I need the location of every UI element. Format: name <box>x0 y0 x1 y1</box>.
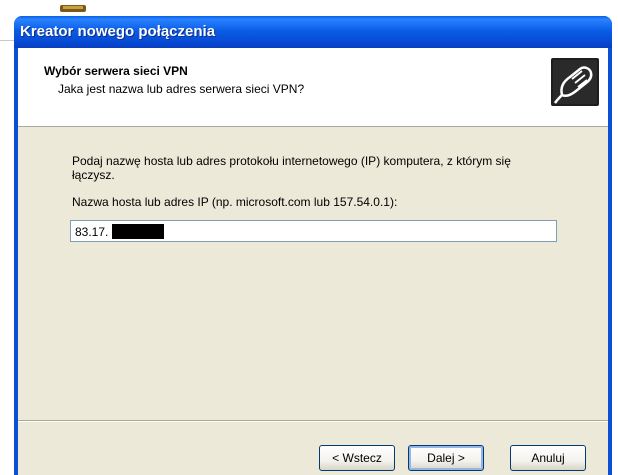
host-prompt: Podaj nazwę hosta lub adres protokołu in… <box>72 154 511 182</box>
next-button[interactable]: Dalej > <box>408 445 484 471</box>
page-title: Wybór serwera sieci VPN <box>44 64 188 78</box>
cancel-button[interactable]: Anuluj <box>510 445 586 471</box>
network-cable-icon <box>550 57 600 107</box>
title-bar[interactable]: Kreator nowego połączenia <box>14 16 612 48</box>
desktop-icon-fragment <box>60 0 86 14</box>
wizard-client-area: Wybór serwera sieci VPN Jaka jest nazwa … <box>18 48 608 475</box>
host-field-label: Nazwa hosta lub adres IP (np. microsoft.… <box>72 195 398 209</box>
window-title: Kreator nowego połączenia <box>20 23 216 40</box>
host-address-input[interactable]: 83.17. <box>70 220 557 242</box>
wizard-window: Kreator nowego połączenia Wybór serwera … <box>14 16 612 475</box>
page-subtitle: Jaka jest nazwa lub adres serwera sieci … <box>58 82 305 96</box>
redacted-portion <box>112 224 164 239</box>
footer-divider <box>18 420 608 422</box>
host-address-value: 83.17. <box>75 225 109 239</box>
desktop-divider <box>0 40 14 41</box>
back-button[interactable]: < Wstecz <box>319 445 395 471</box>
wizard-header: Wybór serwera sieci VPN Jaka jest nazwa … <box>18 48 608 127</box>
